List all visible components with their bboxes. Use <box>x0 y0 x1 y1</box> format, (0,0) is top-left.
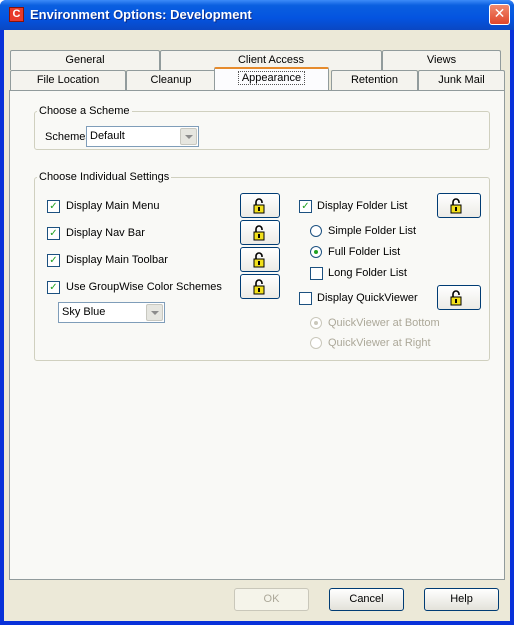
use-color-schemes-label: Use GroupWise Color Schemes <box>66 281 222 293</box>
appearance-tab-panel: Choose a Scheme Schemes: Default Choose … <box>9 90 505 580</box>
lock-button-quickviewer[interactable] <box>437 285 481 310</box>
tab-file-location[interactable]: File Location <box>10 70 126 90</box>
display-nav-bar-label: Display Nav Bar <box>66 227 145 239</box>
full-folder-list-radio[interactable] <box>310 246 322 258</box>
tab-label: Junk Mail <box>438 74 485 86</box>
simple-folder-list-radio[interactable] <box>310 225 322 237</box>
tab-appearance[interactable]: Appearance <box>214 67 329 90</box>
tab-label: Retention <box>350 74 399 86</box>
display-main-menu-checkbox[interactable] <box>47 200 60 213</box>
display-main-toolbar-label: Display Main Toolbar <box>66 254 168 266</box>
tab-cleanup[interactable]: Cleanup <box>126 70 216 90</box>
tab-views[interactable]: Views <box>382 50 501 70</box>
tab-general[interactable]: General <box>10 50 160 70</box>
scheme-group-legend: Choose a Scheme <box>39 105 130 117</box>
display-quickviewer-checkbox[interactable] <box>299 292 312 305</box>
window-title: Environment Options: Development <box>30 7 252 22</box>
tab-label: Client Access <box>237 54 305 66</box>
display-folder-list-label: Display Folder List <box>317 200 408 212</box>
full-folder-list-label: Full Folder List <box>328 246 401 258</box>
unlock-icon <box>450 198 462 214</box>
simple-folder-list-label: Simple Folder List <box>328 225 417 237</box>
dialog-client-area: General Client Access Views File Locatio… <box>4 30 510 621</box>
tab-label: Views <box>426 54 457 66</box>
long-folder-list-label: Long Folder List <box>328 267 407 279</box>
use-color-schemes-checkbox[interactable] <box>47 281 60 294</box>
tab-label: Appearance <box>237 71 306 85</box>
display-main-menu-label: Display Main Menu <box>66 200 160 212</box>
display-folder-list-checkbox[interactable] <box>299 200 312 213</box>
cancel-button[interactable]: Cancel <box>329 588 404 611</box>
groupwise-app-icon: C <box>9 7 24 22</box>
settings-group-legend: Choose Individual Settings <box>39 171 170 183</box>
help-button[interactable]: Help <box>424 588 499 611</box>
tab-junk-mail[interactable]: Junk Mail <box>418 70 505 90</box>
color-scheme-value: Sky Blue <box>62 306 106 318</box>
unlock-icon <box>253 252 265 268</box>
schemes-dropdown[interactable]: Default <box>86 126 199 147</box>
quickviewer-bottom-label: QuickViewer at Bottom <box>328 317 440 329</box>
display-main-toolbar-checkbox[interactable] <box>47 254 60 267</box>
lock-button-main-toolbar[interactable] <box>240 247 280 272</box>
title-bar[interactable]: C Environment Options: Development ✕ <box>0 0 514 30</box>
schemes-dropdown-value: Default <box>90 130 125 142</box>
lock-button-folder-list[interactable] <box>437 193 481 218</box>
unlock-icon <box>253 279 265 295</box>
tab-label: File Location <box>36 74 100 86</box>
tab-label: General <box>65 54 105 66</box>
lock-button-main-menu[interactable] <box>240 193 280 218</box>
unlock-icon <box>450 290 462 306</box>
lock-button-nav-bar[interactable] <box>240 220 280 245</box>
tab-label: Cleanup <box>150 74 192 86</box>
unlock-icon <box>253 225 265 241</box>
display-nav-bar-checkbox[interactable] <box>47 227 60 240</box>
quickviewer-right-label: QuickViewer at Right <box>328 337 431 349</box>
chevron-down-icon[interactable] <box>146 304 163 321</box>
quickviewer-bottom-radio <box>310 317 322 329</box>
unlock-icon <box>253 198 265 214</box>
lock-button-color-schemes[interactable] <box>240 274 280 299</box>
color-scheme-dropdown[interactable]: Sky Blue <box>58 302 165 323</box>
chevron-down-icon[interactable] <box>180 128 197 145</box>
ok-button[interactable]: OK <box>234 588 309 611</box>
long-folder-list-checkbox[interactable] <box>310 267 323 280</box>
dialog-window: C Environment Options: Development ✕ Gen… <box>0 0 514 625</box>
close-button[interactable]: ✕ <box>489 4 510 25</box>
tab-retention[interactable]: Retention <box>331 70 418 90</box>
quickviewer-right-radio <box>310 337 322 349</box>
display-quickviewer-label: Display QuickViewer <box>317 292 418 304</box>
